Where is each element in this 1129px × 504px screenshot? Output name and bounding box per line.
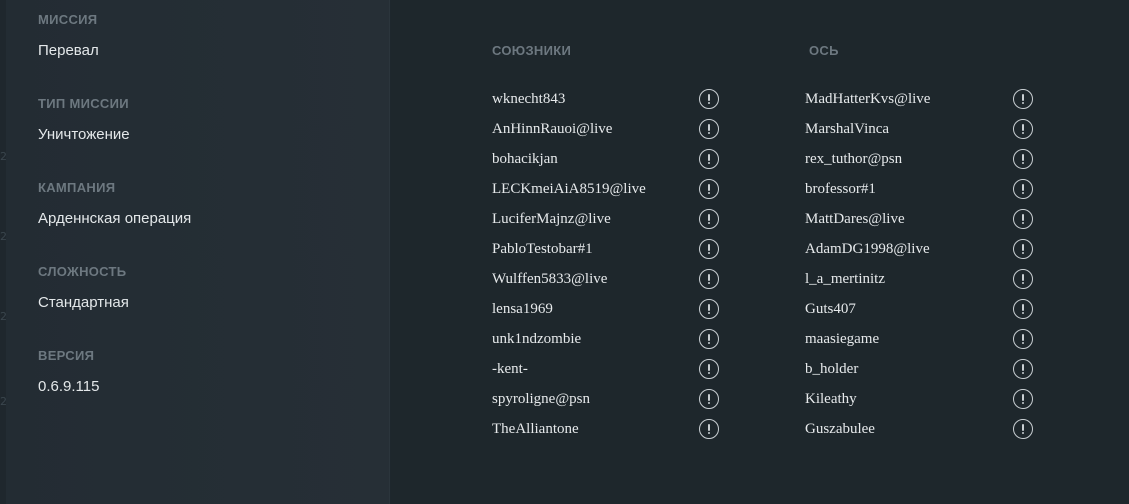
player-name: -kent- [492, 361, 528, 377]
exclamation-circle-icon[interactable] [1013, 359, 1033, 379]
campaign-section: КАМПАНИЯ Арденнская операция [38, 180, 191, 228]
player-row: brofessor#1 [805, 174, 1065, 204]
player-row: Kileathy [805, 384, 1065, 414]
axis-header: ОСЬ [809, 43, 839, 58]
player-name: l_a_mertinitz [805, 271, 885, 287]
player-name: rex_tuthor@psn [805, 151, 903, 167]
player-row: MattDares@live [805, 204, 1065, 234]
player-row: rex_tuthor@psn [805, 144, 1065, 174]
exclamation-circle-icon[interactable] [699, 149, 719, 169]
player-name: Guts407 [805, 301, 856, 317]
player-name: MarshalVinca [805, 121, 890, 137]
allies-player-list: wknecht843 AnHinnRauoi@live bohacikjan LECK… [492, 84, 752, 444]
player-name: unk1ndzombie [492, 331, 582, 347]
edge-glyph: 2 [0, 230, 6, 243]
mission-type-value: Уничтожение [38, 126, 130, 143]
exclamation-circle-icon[interactable] [1013, 119, 1033, 139]
exclamation-circle-icon[interactable] [1013, 209, 1033, 229]
exclamation-circle-icon[interactable] [699, 389, 719, 409]
exclamation-circle-icon[interactable] [699, 419, 719, 439]
player-row: spyroligne@psn [492, 384, 752, 414]
teams-panel: СОЮЗНИКИ ОСЬ wknecht843 AnHinnRauoi@live b… [391, 0, 1129, 504]
player-row: PabloTestobar#1 [492, 234, 752, 264]
player-name: Guszabulee [805, 421, 875, 437]
exclamation-circle-icon[interactable] [1013, 299, 1033, 319]
mission-section: МИССИЯ Перевал [38, 12, 99, 60]
player-row: LECKmeiAiA8519@live [492, 174, 752, 204]
difficulty-section: СЛОЖНОСТЬ Стандартная [38, 264, 129, 312]
player-row: Guszabulee [805, 414, 1065, 444]
player-name: AdamDG1998@live [805, 241, 930, 257]
player-row: MadHatterKvs@live [805, 84, 1065, 114]
axis-player-list: MadHatterKvs@live MarshalVinca rex_tuthor@… [805, 84, 1065, 444]
exclamation-circle-icon[interactable] [699, 269, 719, 289]
player-name: MadHatterKvs@live [805, 91, 931, 107]
player-name: TheAlliantone [492, 421, 579, 437]
exclamation-circle-icon[interactable] [1013, 329, 1033, 349]
player-name: LECKmeiAiA8519@live [492, 181, 646, 197]
player-row: Wulffen5833@live [492, 264, 752, 294]
player-row: TheAlliantone [492, 414, 752, 444]
campaign-value: Арденнская операция [38, 210, 192, 227]
campaign-label: КАМПАНИЯ [38, 180, 116, 195]
edge-strip: 2 2 2 2 [0, 0, 6, 504]
difficulty-value: Стандартная [38, 294, 129, 311]
player-row: AdamDG1998@live [805, 234, 1065, 264]
player-name: spyroligne@psn [492, 391, 590, 407]
player-row: maasiegame [805, 324, 1065, 354]
player-row: lensa1969 [492, 294, 752, 324]
player-row: wknecht843 [492, 84, 752, 114]
player-name: Wulffen5833@live [492, 271, 608, 287]
exclamation-circle-icon[interactable] [699, 179, 719, 199]
edge-glyph: 2 [0, 310, 6, 323]
player-row: b_holder [805, 354, 1065, 384]
exclamation-circle-icon[interactable] [1013, 269, 1033, 289]
player-name: lensa1969 [492, 301, 553, 317]
exclamation-circle-icon[interactable] [699, 239, 719, 259]
exclamation-circle-icon[interactable] [1013, 239, 1033, 259]
edge-glyph: 2 [0, 150, 6, 163]
exclamation-circle-icon[interactable] [1013, 149, 1033, 169]
exclamation-circle-icon[interactable] [1013, 179, 1033, 199]
player-name: AnHinnRauoi@live [492, 121, 613, 137]
player-row: -kent- [492, 354, 752, 384]
exclamation-circle-icon[interactable] [699, 359, 719, 379]
mission-label: МИССИЯ [38, 12, 98, 27]
mission-type-label: ТИП МИССИИ [38, 96, 129, 111]
player-name: bohacikjan [492, 151, 558, 167]
player-row: AnHinnRauoi@live [492, 114, 752, 144]
exclamation-circle-icon[interactable] [699, 119, 719, 139]
player-name: brofessor#1 [805, 181, 876, 197]
edge-glyph: 2 [0, 395, 6, 408]
exclamation-circle-icon[interactable] [1013, 89, 1033, 109]
exclamation-circle-icon[interactable] [699, 329, 719, 349]
mission-type-section: ТИП МИССИИ Уничтожение [38, 96, 130, 144]
mission-info-panel: 2 2 2 2 МИССИЯ Перевал ТИП МИССИИ Уничто… [0, 0, 390, 504]
player-row: bohacikjan [492, 144, 752, 174]
player-name: maasiegame [805, 331, 880, 347]
difficulty-label: СЛОЖНОСТЬ [38, 264, 127, 279]
exclamation-circle-icon[interactable] [699, 209, 719, 229]
player-row: l_a_mertinitz [805, 264, 1065, 294]
mission-value: Перевал [38, 42, 99, 59]
player-row: Guts407 [805, 294, 1065, 324]
player-name: Kileathy [805, 391, 857, 407]
player-name: b_holder [805, 361, 859, 377]
player-name: MattDares@live [805, 211, 905, 227]
player-name: LuciferMajnz@live [492, 211, 611, 227]
exclamation-circle-icon[interactable] [1013, 419, 1033, 439]
version-value: 0.6.9.115 [38, 378, 100, 395]
player-name: wknecht843 [492, 91, 566, 107]
exclamation-circle-icon[interactable] [699, 299, 719, 319]
exclamation-circle-icon[interactable] [1013, 389, 1033, 409]
player-row: unk1ndzombie [492, 324, 752, 354]
player-row: MarshalVinca [805, 114, 1065, 144]
player-name: PabloTestobar#1 [492, 241, 593, 257]
player-row: LuciferMajnz@live [492, 204, 752, 234]
exclamation-circle-icon[interactable] [699, 89, 719, 109]
allies-header: СОЮЗНИКИ [492, 43, 572, 58]
version-section: ВЕРСИЯ 0.6.9.115 [38, 348, 99, 396]
version-label: ВЕРСИЯ [38, 348, 95, 363]
